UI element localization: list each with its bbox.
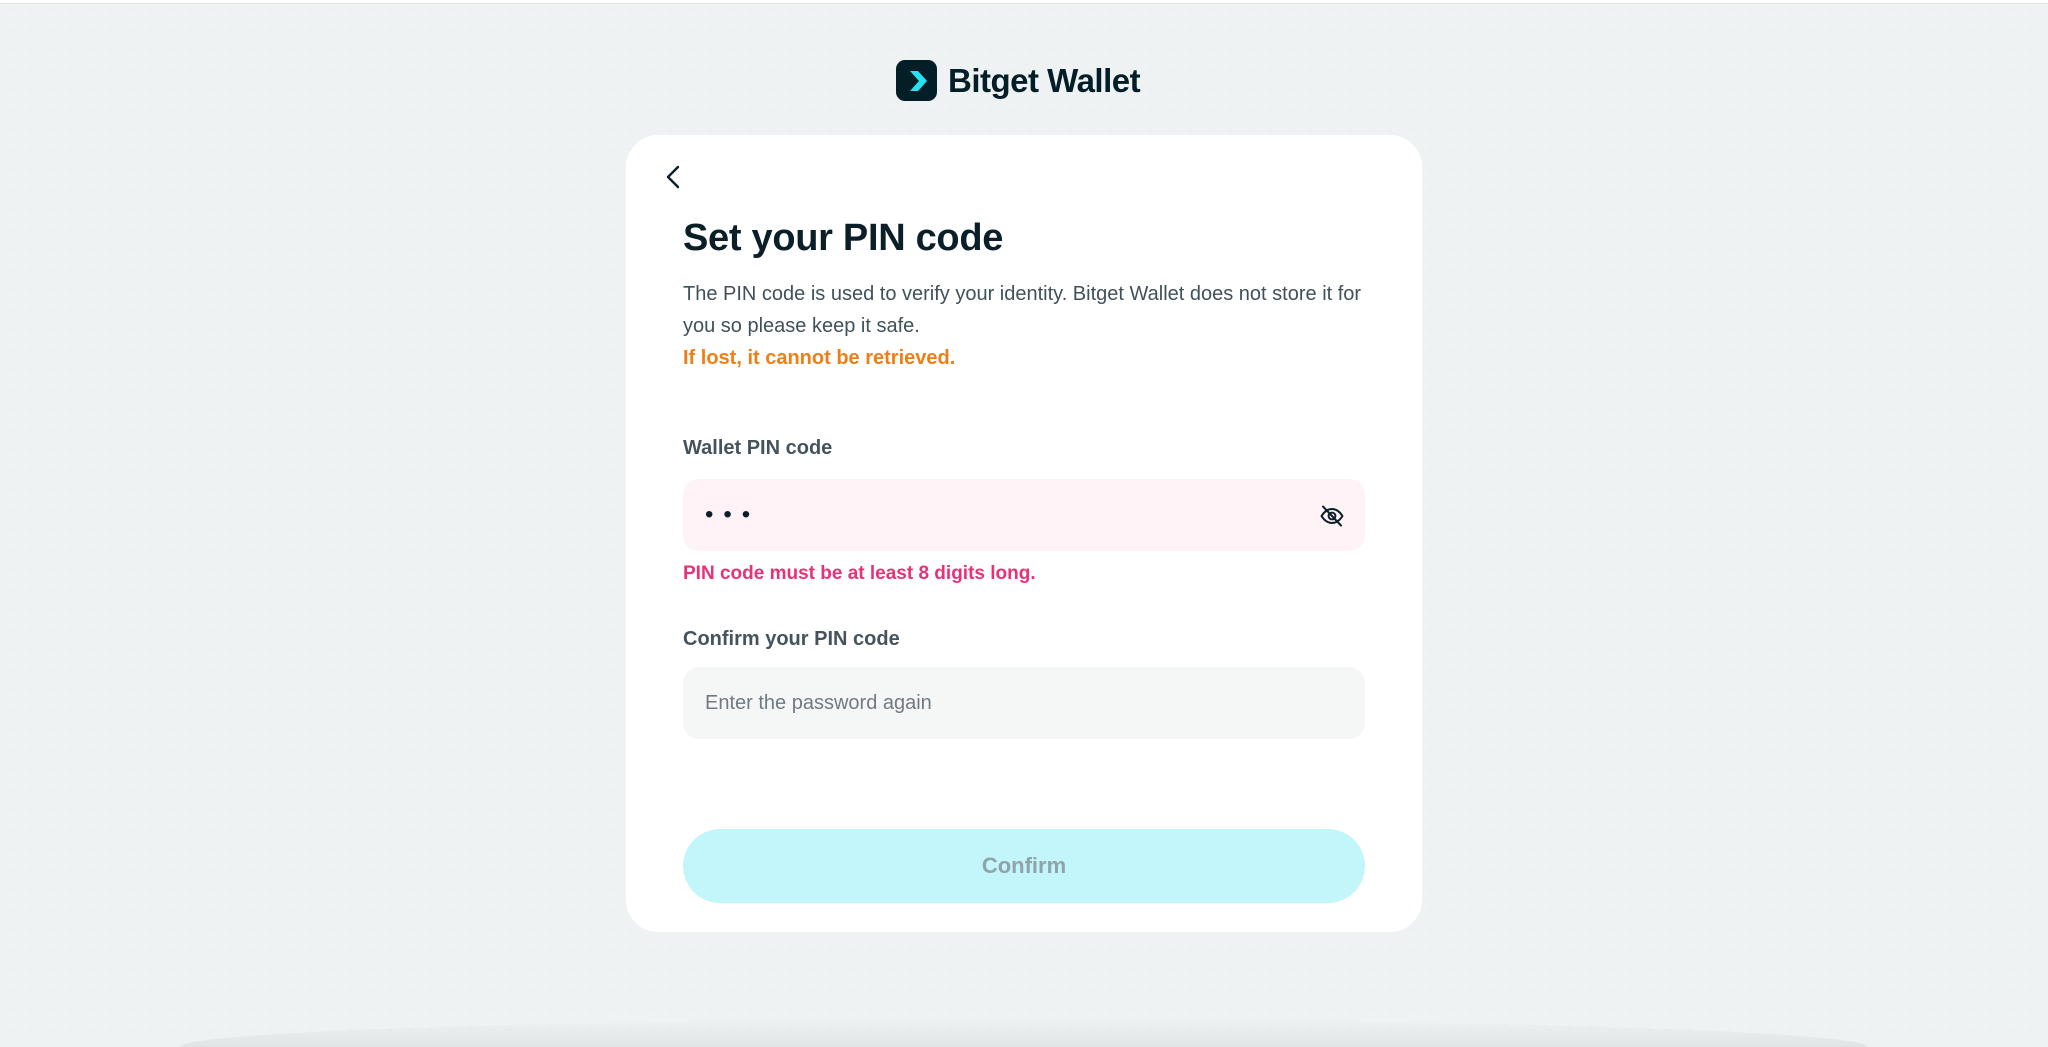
bottom-shadow <box>180 1019 1868 1047</box>
confirm-input-container <box>683 667 1365 739</box>
back-button[interactable] <box>658 161 690 193</box>
eye-off-icon <box>1320 505 1344 527</box>
brand-name: Bitget Wallet <box>948 61 1141 99</box>
pin-field-label: Wallet PIN code <box>683 437 833 459</box>
confirm-pin-input[interactable] <box>705 667 1305 739</box>
pin-input-container <box>683 479 1365 551</box>
pin-setup-card: Set your PIN code The PIN code is used t… <box>626 135 1422 932</box>
page-title: Set your PIN code <box>683 217 1004 259</box>
chevron-left-icon <box>666 165 680 189</box>
confirm-button[interactable]: Confirm <box>683 829 1365 903</box>
window-top-border <box>0 0 2048 4</box>
toggle-visibility-button[interactable] <box>1319 503 1345 529</box>
bitget-logo-icon <box>896 60 937 101</box>
confirm-field-label: Confirm your PIN code <box>683 628 900 650</box>
brand-logo: Bitget Wallet <box>896 60 1141 101</box>
warning-text: If lost, it cannot be retrieved. <box>683 347 956 369</box>
pin-error-message: PIN code must be at least 8 digits long. <box>683 563 1036 584</box>
page-description: The PIN code is used to verify your iden… <box>683 283 1362 337</box>
pin-input[interactable] <box>705 479 1305 551</box>
